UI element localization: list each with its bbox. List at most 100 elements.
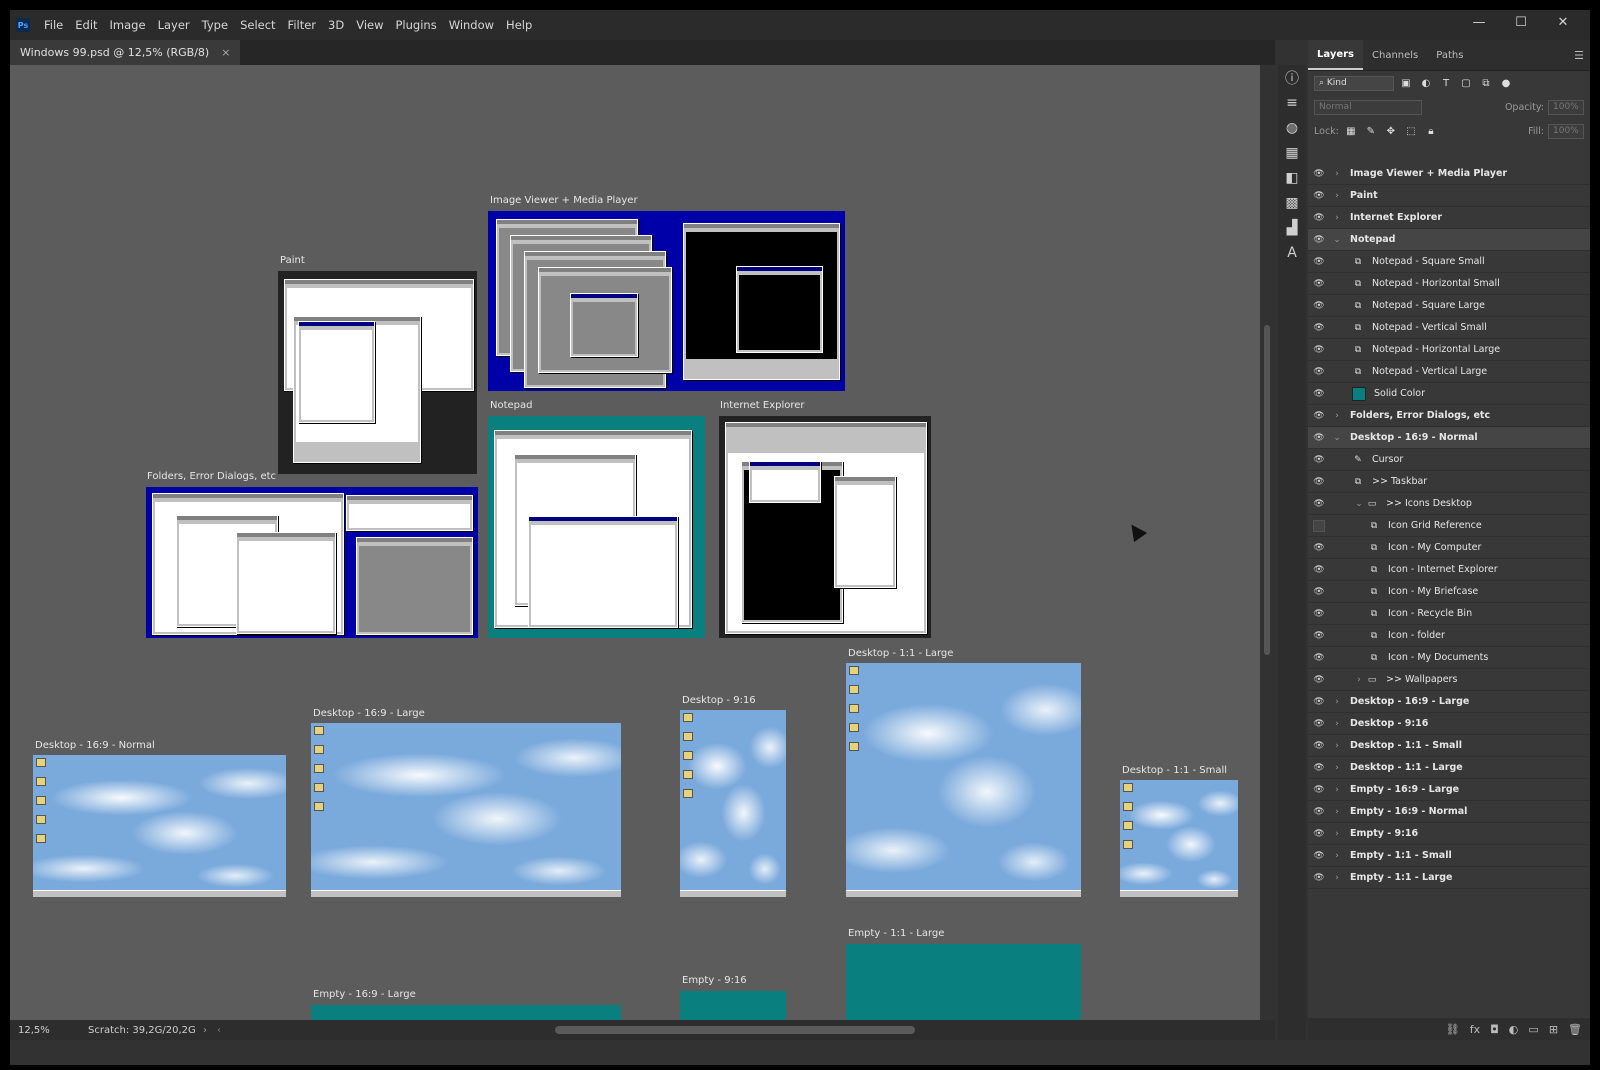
layer-row[interactable]: 👁︎ › Paint xyxy=(1308,185,1590,207)
eye-icon[interactable]: 👁︎ xyxy=(1308,235,1330,245)
layer-row[interactable]: 👁︎ ⧉ Notepad - Square Small xyxy=(1308,251,1590,273)
maximize-button[interactable]: ☐ xyxy=(1500,10,1542,34)
info-icon[interactable]: ⓘ xyxy=(1278,65,1306,90)
close-tab-icon[interactable]: × xyxy=(221,46,230,59)
adjustment-layer-icon[interactable]: ◐ xyxy=(1509,1023,1519,1036)
layer-row[interactable]: 👁︎ › Desktop - 16:9 - Large xyxy=(1308,691,1590,713)
expand-arrow-icon[interactable]: › xyxy=(1330,807,1344,817)
fill-field[interactable]: 100% xyxy=(1548,123,1584,139)
expand-arrow-icon[interactable]: › xyxy=(1330,213,1344,223)
eye-icon[interactable]: 👁︎ xyxy=(1308,169,1330,179)
expand-arrow-icon[interactable]: › xyxy=(1330,411,1344,421)
delete-layer-icon[interactable]: 🗑︎ xyxy=(1568,1023,1582,1036)
eye-icon[interactable]: 👁︎ xyxy=(1308,257,1330,267)
layer-row[interactable]: 👁︎ ⧉ Notepad - Vertical Small xyxy=(1308,317,1590,339)
menu-plugins[interactable]: Plugins xyxy=(390,18,443,32)
eye-icon[interactable]: 👁︎ xyxy=(1308,323,1330,333)
eye-icon[interactable]: 👁︎ xyxy=(1308,433,1330,443)
horizontal-scroll-thumb[interactable] xyxy=(555,1026,915,1034)
menu-type[interactable]: Type xyxy=(196,18,234,32)
artboard-label-desktop-16-9-normal[interactable]: Desktop - 16:9 - Normal xyxy=(35,740,155,751)
artboard-empty-9-16[interactable] xyxy=(680,991,786,1020)
eye-icon[interactable]: 👁︎ xyxy=(1308,543,1330,553)
artboard-label-image-viewer[interactable]: Image Viewer + Media Player xyxy=(490,195,638,206)
artboard-desktop-1-1-small[interactable] xyxy=(1120,780,1238,897)
artboard-empty-16-9-large[interactable] xyxy=(311,1005,621,1020)
menu-image[interactable]: Image xyxy=(104,18,152,32)
eye-icon[interactable]: 👁︎ xyxy=(1308,807,1330,817)
eye-icon[interactable]: 👁︎ xyxy=(1308,279,1330,289)
artboard-desktop-1-1-large[interactable] xyxy=(846,663,1081,897)
expand-arrow-icon[interactable]: › xyxy=(1330,191,1344,201)
expand-arrow-icon[interactable]: › xyxy=(1330,763,1344,773)
eye-icon[interactable]: 👁︎ xyxy=(1308,829,1330,839)
lock-pixels-icon[interactable]: ✎ xyxy=(1363,126,1379,137)
minimize-button[interactable]: — xyxy=(1458,10,1500,34)
expand-arrow-icon[interactable]: › xyxy=(1330,741,1344,751)
eye-icon[interactable]: 👁︎ xyxy=(1308,631,1330,641)
eye-icon[interactable]: 👁︎ xyxy=(1308,455,1330,465)
tab-layers[interactable]: Layers xyxy=(1308,40,1363,70)
artboard-paint[interactable] xyxy=(278,271,477,474)
swatches-grid-icon[interactable]: ▦ xyxy=(1278,140,1306,165)
new-group-icon[interactable]: ▭ xyxy=(1528,1023,1538,1036)
lock-transparency-icon[interactable]: ▦ xyxy=(1343,126,1359,137)
artboard-label-desktop-16-9-large[interactable]: Desktop - 16:9 - Large xyxy=(313,708,425,719)
expand-arrow-icon[interactable]: › xyxy=(1352,675,1366,685)
layer-row[interactable]: 👁︎ ⧉ >> Taskbar xyxy=(1308,471,1590,493)
artboard-desktop-16-9-normal[interactable] xyxy=(33,755,286,897)
expand-arrow-icon[interactable]: ⌄ xyxy=(1330,433,1344,443)
expand-arrow-icon[interactable]: › xyxy=(1330,873,1344,883)
artboard-desktop-16-9-large[interactable] xyxy=(311,723,621,897)
eye-icon[interactable]: 👁︎ xyxy=(1308,675,1330,685)
layer-row[interactable]: 👁︎ ⧉ Notepad - Horizontal Small xyxy=(1308,273,1590,295)
artboard-label-empty-1-1-large[interactable]: Empty - 1:1 - Large xyxy=(848,928,944,939)
vertical-scrollbar[interactable] xyxy=(1260,65,1275,1020)
vertical-scroll-thumb[interactable] xyxy=(1264,325,1270,655)
menu-select[interactable]: Select xyxy=(234,18,281,32)
eye-icon[interactable]: 👁︎ xyxy=(1308,697,1330,707)
artboard-desktop-9-16[interactable] xyxy=(680,710,786,897)
eye-icon[interactable]: 👁︎ xyxy=(1308,785,1330,795)
layer-row[interactable]: 👁︎ › ▭ >> Wallpapers xyxy=(1308,669,1590,691)
expand-arrow-icon[interactable]: › xyxy=(1330,719,1344,729)
menu-edit[interactable]: Edit xyxy=(69,18,103,32)
layer-row[interactable]: 👁︎ ⌄ Notepad xyxy=(1308,229,1590,251)
layer-row[interactable]: 👁︎ › Desktop - 9:16 xyxy=(1308,713,1590,735)
expand-arrow-icon[interactable]: › xyxy=(1330,851,1344,861)
color-palette-icon[interactable]: ◍ xyxy=(1278,115,1306,140)
layer-row[interactable]: 👁︎ › Empty - 1:1 - Large xyxy=(1308,867,1590,889)
layer-row[interactable]: 👁︎ › Internet Explorer xyxy=(1308,207,1590,229)
lock-position-icon[interactable]: ✥ xyxy=(1383,126,1399,137)
layer-row[interactable]: 👁︎ › Desktop - 1:1 - Large xyxy=(1308,757,1590,779)
layer-row[interactable]: 👁︎ › Folders, Error Dialogs, etc xyxy=(1308,405,1590,427)
eye-icon[interactable]: 👁︎ xyxy=(1308,367,1330,377)
eye-icon[interactable]: 👁︎ xyxy=(1308,301,1330,311)
lock-artboard-icon[interactable]: ⬚ xyxy=(1403,126,1419,137)
eye-icon[interactable]: 👁︎ xyxy=(1308,411,1330,421)
layer-row[interactable]: 👁︎ ⧉ Icon - My Documents xyxy=(1308,647,1590,669)
artboard-label-paint[interactable]: Paint xyxy=(280,255,305,266)
layer-row[interactable]: 👁︎ › Desktop - 1:1 - Small xyxy=(1308,735,1590,757)
artboard-label-folders[interactable]: Folders, Error Dialogs, etc xyxy=(147,471,276,482)
document-tab[interactable]: Windows 99.psd @ 12,5% (RGB/8) × xyxy=(10,40,241,65)
menu-3d[interactable]: 3D xyxy=(322,18,350,32)
panel-menu-icon[interactable]: ☰ xyxy=(1574,49,1584,62)
layer-row[interactable]: 👁︎ ⌄ Desktop - 16:9 - Normal xyxy=(1308,427,1590,449)
type-filter-icon[interactable]: T xyxy=(1438,78,1454,89)
gradients-icon[interactable]: ◧ xyxy=(1278,165,1306,190)
expand-arrow-icon[interactable]: › xyxy=(1330,169,1344,179)
opacity-field[interactable]: 100% xyxy=(1548,99,1584,115)
close-window-button[interactable]: ✕ xyxy=(1542,10,1584,34)
eye-icon[interactable]: 👁︎ xyxy=(1308,719,1330,729)
pixel-filter-icon[interactable]: ▣ xyxy=(1398,78,1414,89)
eye-icon[interactable]: 👁︎ xyxy=(1308,741,1330,751)
layer-row[interactable]: ⧉ Icon Grid Reference xyxy=(1308,515,1590,537)
layer-row[interactable]: 👁︎ ⧉ Icon - My Computer xyxy=(1308,537,1590,559)
tab-channels[interactable]: Channels xyxy=(1363,40,1427,70)
histogram-icon[interactable]: ▟ xyxy=(1278,215,1306,240)
layer-filter-kind-select[interactable]: ⌕ Kind xyxy=(1314,75,1394,91)
eye-icon[interactable]: 👁︎ xyxy=(1308,477,1330,487)
photoshop-logo-icon[interactable]: Ps xyxy=(16,18,30,32)
new-layer-icon[interactable]: ⊞ xyxy=(1549,1023,1558,1036)
